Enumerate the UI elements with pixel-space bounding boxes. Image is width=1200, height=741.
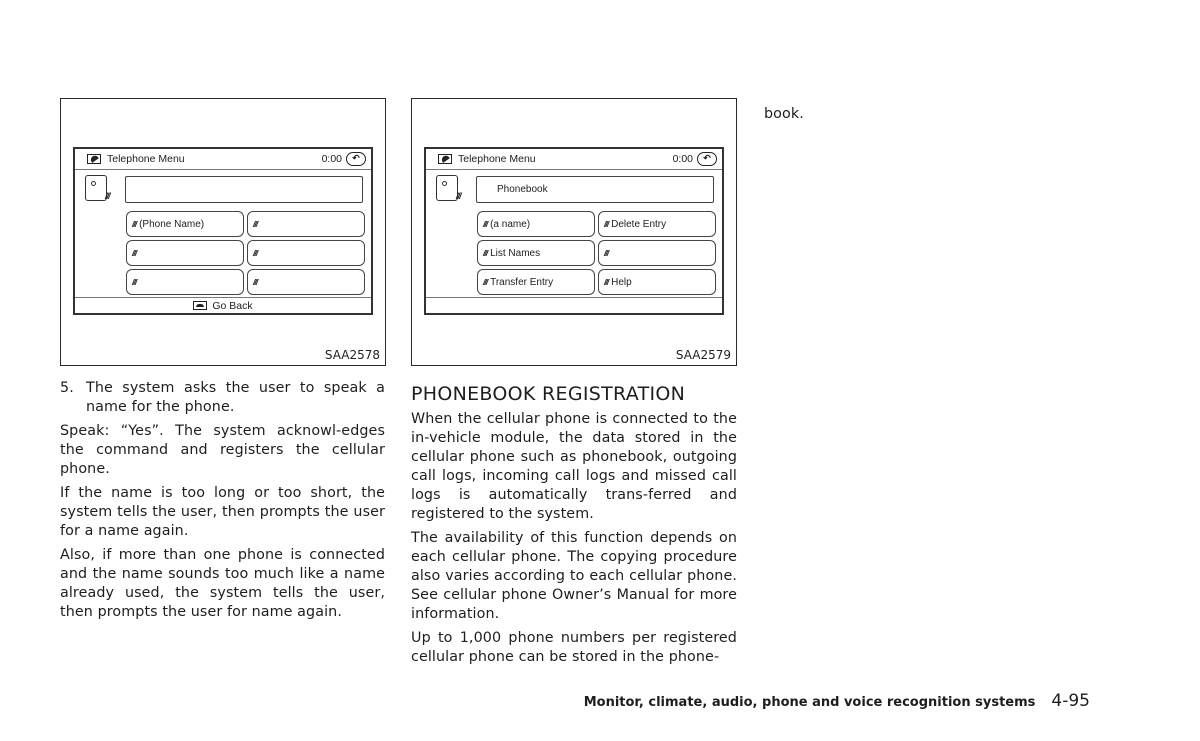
voice-command-button[interactable]: /// (247, 269, 365, 295)
voice-marker-icon: /// (483, 277, 488, 287)
step-number: 5. (60, 380, 74, 396)
voice-command-button[interactable]: /// (247, 211, 365, 237)
back-icon[interactable]: ↶ (346, 152, 366, 166)
voice-input-display (125, 176, 363, 203)
text-column-3: book. (764, 105, 1090, 129)
voice-command-button[interactable]: ///List Names (477, 240, 595, 266)
voice-command-grid: ///(Phone Name) /// /// /// /// /// (126, 211, 365, 295)
section-heading: PHONEBOOK REGISTRATION (411, 383, 686, 405)
call-timer: 0:00 (672, 153, 693, 165)
voice-marker-icon: /// (132, 219, 137, 229)
screen-title: Telephone Menu (107, 153, 185, 165)
paragraph: book. (764, 106, 804, 122)
page-number: 4-95 (1051, 691, 1090, 711)
figure-code: SAA2578 (324, 348, 380, 362)
voice-marker-icon: /// (253, 277, 258, 287)
voice-command-button[interactable]: /// (247, 240, 365, 266)
voice-marker-icon: /// (604, 248, 609, 258)
screen-footer (426, 297, 722, 313)
text-column-2: PHONEBOOK REGISTRATION When the cellular… (411, 383, 737, 672)
back-icon[interactable]: ↶ (697, 152, 717, 166)
call-timer: 0:00 (321, 153, 342, 165)
go-back-button[interactable]: Go Back (75, 297, 371, 313)
footer-section-title: Monitor, climate, audio, phone and voice… (583, 695, 1036, 710)
voice-command-button[interactable]: /// (598, 240, 716, 266)
page-footer: Monitor, climate, audio, phone and voice… (584, 691, 1090, 711)
voice-command-button[interactable]: ///(a name) (477, 211, 595, 237)
step-subtext: Speak: “Yes”. The system acknowl-edges t… (60, 423, 385, 477)
telephone-menu-screen: Telephone Menu 0:00 ↶ /// ///(Phone Name… (73, 147, 373, 315)
text-column-1: 5. The system asks the user to speak a n… (60, 379, 385, 627)
voice-marker-icon: /// (604, 219, 609, 229)
screen-title: Telephone Menu (458, 153, 536, 165)
voice-marker-icon: /// (604, 277, 609, 287)
phone-icon (87, 154, 101, 164)
voice-marker-icon: /// (253, 219, 258, 229)
figure-telephone-menu-name: Telephone Menu 0:00 ↶ /// ///(Phone Name… (60, 98, 386, 366)
figure-telephone-menu-phonebook: Telephone Menu 0:00 ↶ /// Phonebook ///(… (411, 98, 737, 366)
go-back-label: Go Back (212, 299, 253, 312)
voice-command-button[interactable]: ///Help (598, 269, 716, 295)
voice-command-button[interactable]: /// (126, 240, 244, 266)
paragraph: If the name is too long or too short, th… (60, 485, 385, 539)
figure-code: SAA2579 (675, 348, 731, 362)
voice-command-button[interactable]: ///Delete Entry (598, 211, 716, 237)
screen-header: Telephone Menu 0:00 ↶ (75, 149, 371, 170)
voice-command-grid: ///(a name) ///Delete Entry ///List Name… (477, 211, 716, 295)
voice-marker-icon: /// (132, 248, 137, 258)
voice-input-display: Phonebook (476, 176, 714, 203)
paragraph: Also, if more than one phone is connecte… (60, 547, 385, 620)
voice-command-button[interactable]: /// (126, 269, 244, 295)
voice-marker-icon: /// (132, 277, 137, 287)
step-text: The system asks the user to speak a name… (86, 380, 385, 415)
voice-waves-icon: /// (105, 191, 110, 201)
hang-up-icon (193, 301, 208, 310)
voice-waves-icon: /// (456, 191, 461, 201)
paragraph: When the cellular phone is connected to … (411, 411, 737, 522)
voice-command-button[interactable]: ///Transfer Entry (477, 269, 595, 295)
step-5: 5. The system asks the user to speak a n… (60, 379, 385, 417)
telephone-menu-screen: Telephone Menu 0:00 ↶ /// Phonebook ///(… (424, 147, 724, 315)
voice-marker-icon: /// (483, 248, 488, 258)
voice-recognition-icon (436, 175, 458, 201)
voice-marker-icon: /// (253, 248, 258, 258)
voice-command-button[interactable]: ///(Phone Name) (126, 211, 244, 237)
paragraph: Up to 1,000 phone numbers per registered… (411, 630, 737, 665)
screen-header: Telephone Menu 0:00 ↶ (426, 149, 722, 170)
paragraph: The availability of this function depend… (411, 530, 737, 622)
voice-recognition-icon (85, 175, 107, 201)
phone-icon (438, 154, 452, 164)
voice-marker-icon: /// (483, 219, 488, 229)
